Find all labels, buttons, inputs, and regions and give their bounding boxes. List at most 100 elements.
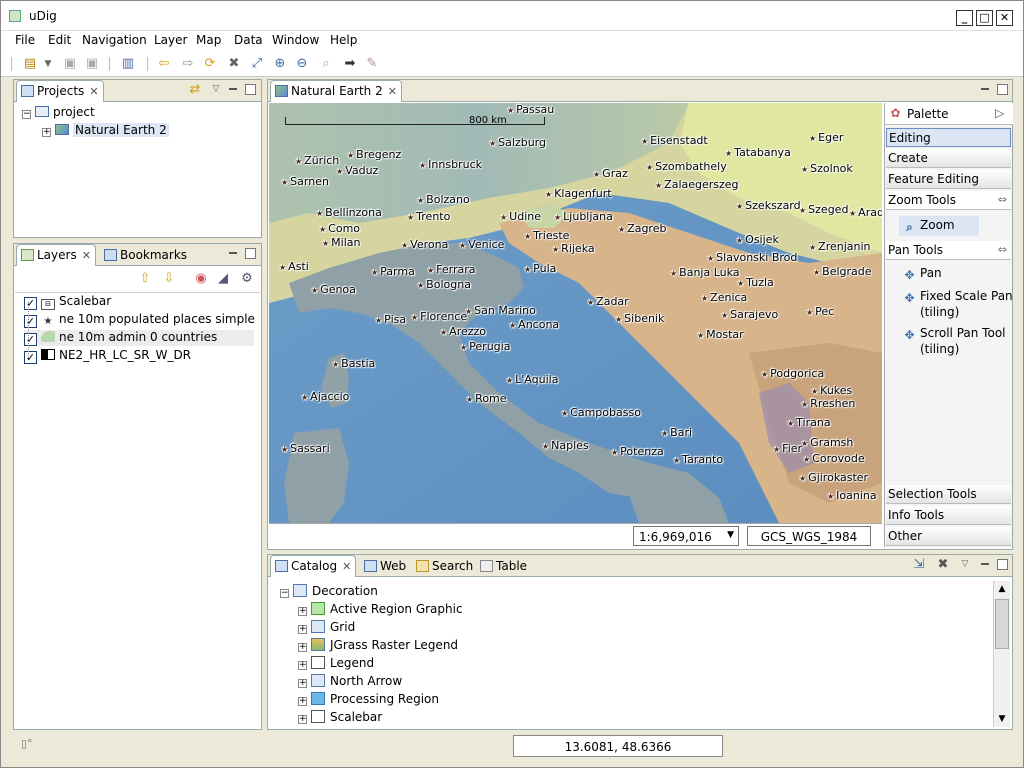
menu-help[interactable]: Help — [330, 33, 357, 47]
tab-catalog[interactable]: Catalog ✕ — [270, 555, 357, 577]
zoom-extent-icon[interactable]: ⤢ — [248, 55, 266, 73]
zoom-out-icon[interactable]: ⊖ — [293, 55, 311, 73]
expand-icon[interactable]: + — [298, 697, 307, 706]
layer-visibility-checkbox[interactable]: ✓ — [24, 315, 37, 328]
tab-bookmarks[interactable]: Bookmarks — [100, 246, 191, 266]
layer-settings-icon[interactable]: ⚙ — [238, 270, 256, 288]
layer-row-scalebar[interactable]: ✓ ⊟ Scalebar — [24, 294, 111, 310]
menu-data[interactable]: Data — [234, 33, 263, 47]
minimize-view-icon[interactable] — [228, 84, 239, 95]
new-dropdown-icon[interactable]: ▼ — [39, 55, 57, 73]
maximize-view-icon[interactable] — [245, 248, 256, 259]
palette-section-pan-tools[interactable]: Pan Tools ⇔ — [886, 241, 1011, 260]
move-layer-up-icon[interactable]: ⇧ — [136, 270, 154, 288]
back-icon[interactable]: ⇦ — [155, 55, 173, 73]
maximize-view-icon[interactable] — [245, 84, 256, 95]
scroll-up-icon[interactable]: ▲ — [994, 581, 1010, 597]
close-tab-icon[interactable]: ✕ — [82, 249, 91, 262]
layer-visibility-checkbox[interactable]: ✓ — [24, 297, 37, 310]
tab-web[interactable]: Web — [360, 557, 410, 577]
collapse-icon[interactable]: ⇔ — [998, 243, 1007, 256]
palette-section-other[interactable]: Other — [886, 527, 1011, 546]
link-icon[interactable]: ⇄ — [186, 81, 204, 99]
layer-row-raster[interactable]: ✓ NE2_HR_LC_SR_W_DR — [24, 348, 191, 364]
view-menu-icon[interactable]: ▽ — [207, 80, 225, 98]
menu-layer[interactable]: Layer — [154, 33, 187, 47]
fast-view-icon[interactable]: ▯° — [21, 737, 33, 750]
catalog-item[interactable]: + Scalebar — [298, 710, 382, 724]
maximize-button[interactable]: □ — [976, 10, 993, 26]
catalog-item[interactable]: + Active Region Graphic — [298, 602, 463, 616]
expand-icon[interactable]: + — [42, 128, 51, 137]
close-tab-icon[interactable]: ✕ — [342, 560, 351, 573]
palette-section-zoom-tools[interactable]: Zoom Tools ⇔ — [886, 191, 1011, 210]
palette-section-info-tools[interactable]: Info Tools — [886, 506, 1011, 525]
expand-icon[interactable]: + — [298, 643, 307, 652]
expand-icon[interactable]: + — [298, 661, 307, 670]
minimize-view-icon[interactable] — [228, 248, 239, 259]
expand-icon[interactable]: + — [298, 679, 307, 688]
remove-icon[interactable]: ✖ — [934, 556, 952, 574]
scroll-down-icon[interactable]: ▼ — [994, 711, 1010, 727]
project-tree-root[interactable]: − project — [22, 105, 95, 119]
palette-section-selection-tools[interactable]: Selection Tools — [886, 485, 1011, 504]
save-icon[interactable]: ▣ — [61, 55, 79, 73]
expand-icon[interactable]: + — [298, 715, 307, 724]
collapse-icon[interactable]: ⇔ — [998, 193, 1007, 206]
layer-row-populated-places[interactable]: ✓ ★ ne 10m populated places simple — [24, 312, 255, 328]
next-arrow-icon[interactable]: ➡ — [341, 55, 359, 73]
zoom-tool[interactable]: ⌕ Zoom — [899, 216, 979, 236]
fixed-scale-pan-tool[interactable]: ✥ Fixed Scale Pan — [903, 289, 1012, 305]
close-tab-icon[interactable]: ✕ — [89, 85, 98, 98]
minimize-view-icon[interactable] — [980, 84, 991, 95]
zoom-selection-icon[interactable]: ⌕ — [317, 55, 335, 73]
menu-file[interactable]: File — [15, 33, 35, 47]
palette-section-feature-editing[interactable]: Feature Editing — [886, 170, 1011, 189]
expand-icon[interactable]: + — [298, 625, 307, 634]
view-menu-icon[interactable]: ▽ — [956, 555, 974, 573]
move-layer-down-icon[interactable]: ⇩ — [160, 270, 178, 288]
layer-row-countries[interactable]: ✓ ne 10m admin 0 countries — [24, 330, 254, 346]
eraser-icon[interactable]: ✎ — [363, 55, 381, 73]
zoom-in-icon[interactable]: ⊕ — [271, 55, 289, 73]
palette-section-editing[interactable]: Editing — [886, 128, 1011, 147]
scrollbar-thumb[interactable] — [995, 599, 1009, 649]
catalog-root-decoration[interactable]: − Decoration — [280, 584, 378, 598]
menu-navigation[interactable]: Navigation — [82, 33, 147, 47]
catalog-item[interactable]: + North Arrow — [298, 674, 402, 688]
properties-icon[interactable]: ▥ — [119, 55, 137, 73]
tab-map[interactable]: Natural Earth 2 ✕ — [270, 80, 402, 102]
catalog-item[interactable]: + Legend — [298, 656, 374, 670]
tab-table[interactable]: Table — [476, 557, 531, 577]
refresh-icon[interactable]: ⟳ — [201, 55, 219, 73]
collapse-icon[interactable]: − — [280, 589, 289, 598]
tab-projects[interactable]: Projects ✕ — [16, 80, 104, 102]
maximize-view-icon[interactable] — [997, 84, 1008, 95]
catalog-item[interactable]: + JGrass Raster Legend — [298, 638, 458, 652]
catalog-item[interactable]: + Grid — [298, 620, 355, 634]
project-tree-map[interactable]: + Natural Earth 2 — [42, 123, 169, 137]
expand-icon[interactable]: + — [298, 607, 307, 616]
tab-search[interactable]: Search — [412, 557, 477, 577]
new-icon[interactable]: ▤ — [21, 55, 39, 73]
stop-icon[interactable]: ✖ — [225, 55, 243, 73]
catalog-scrollbar[interactable]: ▲ ▼ — [993, 581, 1010, 727]
save-all-icon[interactable]: ▣ — [83, 55, 101, 73]
pan-tool[interactable]: ✥ Pan — [903, 266, 941, 282]
map-canvas[interactable]: 800 km ★ Passau ★ Salzburg ★ Eisenstadt ★ Eger ★… — [269, 103, 882, 523]
scroll-pan-tool[interactable]: ✥ Scroll Pan Tool — [903, 326, 1005, 342]
crs-field[interactable]: GCS_WGS_1984 — [747, 526, 871, 546]
style-icon[interactable]: ◉ — [192, 270, 210, 288]
palette-header[interactable]: ✿ Palette ▷ — [885, 103, 1013, 125]
minimize-view-icon[interactable] — [980, 559, 991, 570]
menu-window[interactable]: Window — [272, 33, 319, 47]
maximize-view-icon[interactable] — [997, 559, 1008, 570]
layer-visibility-checkbox[interactable]: ✓ — [24, 351, 37, 364]
layer-visibility-checkbox[interactable]: ✓ — [24, 333, 37, 346]
catalog-item[interactable]: + Processing Region — [298, 692, 439, 706]
collapse-icon[interactable]: − — [22, 110, 31, 119]
minimize-button[interactable]: _ — [956, 10, 973, 26]
forward-icon[interactable]: ⇨ — [179, 55, 197, 73]
shape-icon[interactable]: ◢ — [214, 270, 232, 288]
chevron-down-icon[interactable]: ▼ — [727, 530, 734, 540]
